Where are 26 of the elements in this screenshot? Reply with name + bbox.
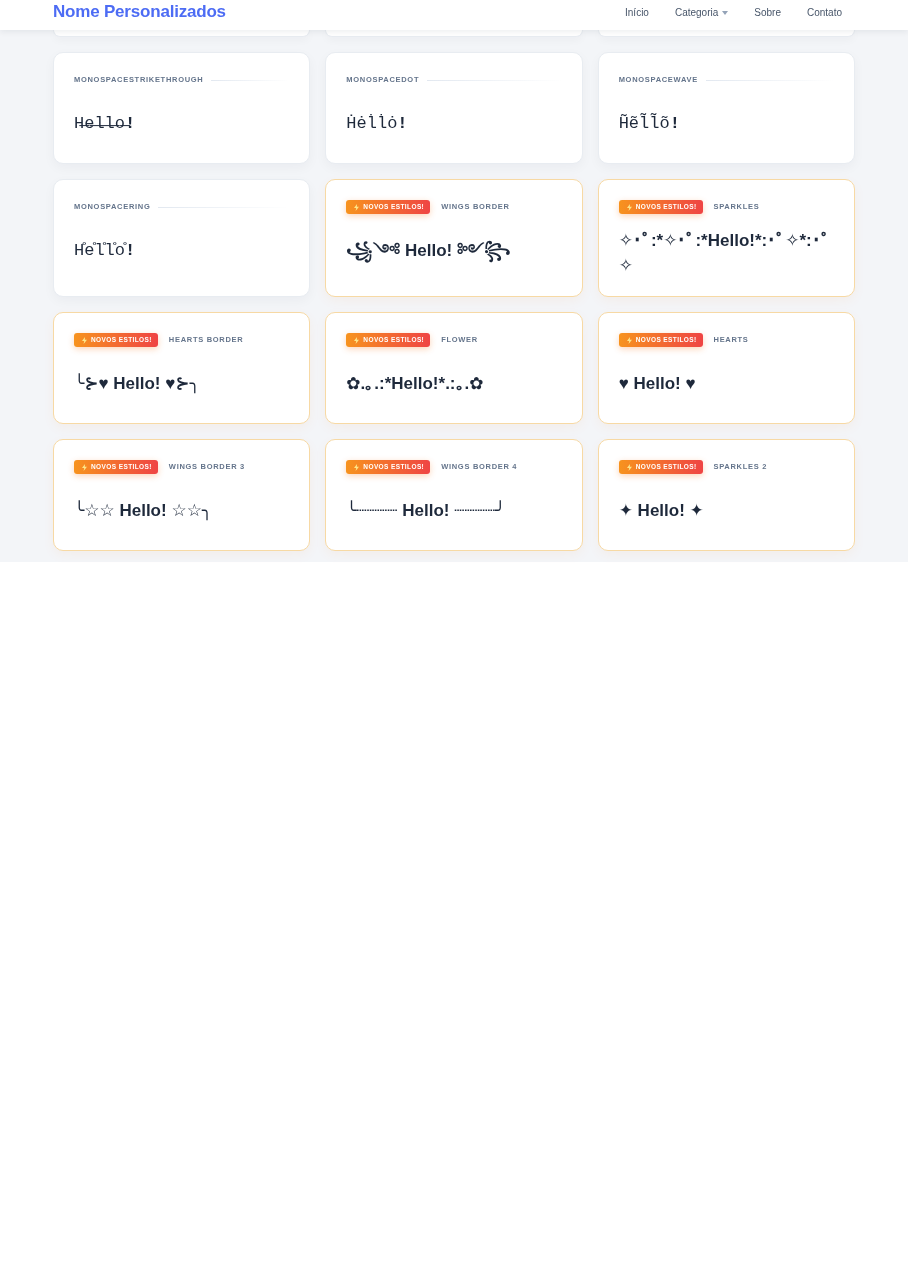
style-sample-text: ╰☆☆ Hello! ☆☆╮: [74, 499, 213, 523]
style-sample-text: Ḣėl̇l̇ȯ!: [346, 112, 408, 135]
nav-link[interactable]: Início: [612, 0, 662, 22]
bolt-icon: [82, 336, 87, 344]
style-sample-text: ✿.｡.:*Hello!*.:｡.✿: [346, 372, 484, 395]
style-sample-text: ✦ Hello! ✦: [618, 499, 704, 522]
style-sample-text: H̃ẽl̃l̃õ!: [618, 112, 680, 135]
style-sample-text: ♥ Hello! ♥: [618, 372, 696, 395]
style-sample-text: ✧･ﾟ:*✧･ﾟ:*Hello!*:･ﾟ✧*:･ﾟ✧: [618, 230, 831, 277]
style-sample-text: H̶e̶l̶l̶o̶!: [74, 112, 136, 135]
nav-link[interactable]: Sobre: [741, 0, 794, 22]
bolt-icon: [626, 336, 632, 344]
style-sample-text: H̊e̊l̊l̊o̊!: [74, 239, 136, 262]
bolt-icon: [82, 463, 87, 471]
bolt-icon: [354, 336, 360, 344]
style-sample-text: ╰⊱♥ Hello! ♥⊱╮: [74, 372, 200, 396]
brand-link[interactable]: Nome Personalizados: [53, 0, 226, 22]
bolt-icon: [354, 203, 360, 211]
bolt-icon: [626, 203, 632, 211]
nav-link[interactable]: Contato: [793, 0, 855, 22]
style-sample-text: ╰┈┈┈┈ Hello! ┈┈┈┈╯: [346, 499, 506, 522]
caret-icon: [722, 11, 729, 15]
dropdown-link[interactable]: Categoria: [661, 0, 742, 22]
bolt-icon: [626, 463, 632, 471]
style-sample-text: ꧁༺ Hello! ༻꧂: [346, 237, 511, 263]
bolt-icon: [354, 463, 360, 471]
